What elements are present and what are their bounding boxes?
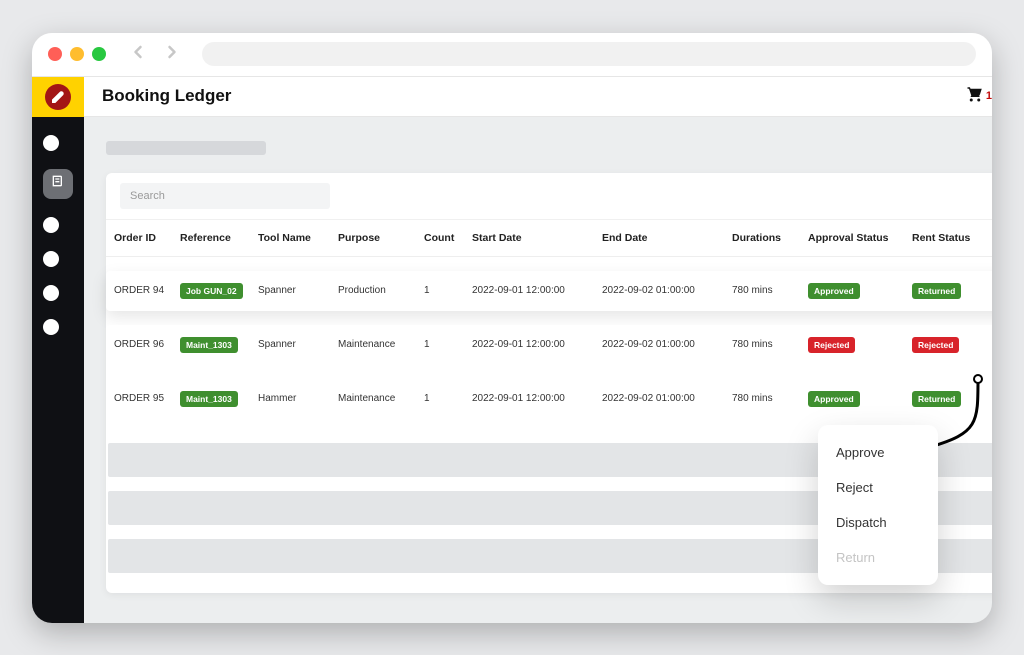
cell-durations: 780 mins <box>724 325 800 365</box>
col-reference: Reference <box>172 232 250 244</box>
cell-tool-name: Spanner <box>250 271 330 311</box>
col-count: Count <box>416 232 464 244</box>
back-icon[interactable] <box>128 42 148 67</box>
col-end-date: End Date <box>594 232 724 244</box>
reference-badge: Maint_1303 <box>180 337 238 353</box>
cell-end-date: 2022-09-02 01:00:00 <box>594 379 724 419</box>
sidebar-item-4[interactable] <box>43 251 59 267</box>
address-bar[interactable] <box>202 42 976 66</box>
menu-approve[interactable]: Approve <box>818 435 938 470</box>
app-window: Booking Ledger 1 <box>32 33 992 623</box>
cell-rent: Returned <box>904 271 984 311</box>
nav-arrows <box>128 42 182 67</box>
ledger-table-card: Order ID Reference Tool Name Purpose Cou… <box>106 173 992 593</box>
cell-end-date: 2022-09-02 01:00:00 <box>594 271 724 311</box>
sidebar <box>32 77 84 623</box>
cell-purpose: Maintenance <box>330 379 416 419</box>
cell-start-date: 2022-09-01 12:00:00 <box>464 379 594 419</box>
menu-reject[interactable]: Reject <box>818 470 938 505</box>
cell-action <box>984 379 992 419</box>
sidebar-item-ledger[interactable] <box>43 169 73 199</box>
cell-count: 1 <box>416 325 464 365</box>
col-rent-status: Rent Status <box>904 232 984 244</box>
rent-badge: Returned <box>912 283 961 299</box>
browser-titlebar <box>32 33 992 77</box>
sidebar-item-1[interactable] <box>43 135 59 151</box>
wrench-icon <box>45 84 71 110</box>
col-purpose: Purpose <box>330 232 416 244</box>
approval-badge: Approved <box>808 283 860 299</box>
page-header: Booking Ledger 1 <box>84 77 992 117</box>
col-start-date: Start Date <box>464 232 594 244</box>
cell-reference: Maint_1303 <box>172 379 250 419</box>
cell-start-date: 2022-09-01 12:00:00 <box>464 325 594 365</box>
app-logo[interactable] <box>32 77 84 117</box>
sidebar-items <box>43 117 73 335</box>
content-area: Booking Ledger 1 <box>84 77 992 623</box>
cell-purpose: Maintenance <box>330 325 416 365</box>
col-action: Action <box>984 232 992 244</box>
page-title: Booking Ledger <box>102 86 231 106</box>
rent-badge: Returned <box>912 391 961 407</box>
reference-badge: Maint_1303 <box>180 391 238 407</box>
cell-approval: Approved <box>800 379 904 419</box>
menu-dispatch[interactable]: Dispatch <box>818 505 938 540</box>
cell-tool-name: Hammer <box>250 379 330 419</box>
header-right: 1 <box>966 82 992 110</box>
col-order-id: Order ID <box>106 232 172 244</box>
cell-action <box>984 271 992 311</box>
cell-purpose: Production <box>330 271 416 311</box>
minimize-window-button[interactable] <box>70 47 84 61</box>
cart-icon <box>966 85 984 108</box>
sidebar-item-6[interactable] <box>43 319 59 335</box>
col-approval-status: Approval Status <box>800 232 904 244</box>
table-rows: ORDER 94Job GUN_02SpannerProduction12022… <box>106 257 992 437</box>
cell-rent: Rejected <box>904 325 984 365</box>
cell-approval: Approved <box>800 271 904 311</box>
cell-durations: 780 mins <box>724 271 800 311</box>
page-body: Order ID Reference Tool Name Purpose Cou… <box>84 117 992 593</box>
menu-return[interactable]: Return <box>818 540 938 575</box>
approval-badge: Rejected <box>808 337 855 353</box>
sidebar-item-5[interactable] <box>43 285 59 301</box>
cell-count: 1 <box>416 271 464 311</box>
search-input[interactable] <box>120 183 330 209</box>
cell-rent: Returned <box>904 379 984 419</box>
table-row[interactable]: ORDER 95Maint_1303HammerMaintenance12022… <box>106 379 992 419</box>
ledger-icon <box>50 173 66 194</box>
sidebar-item-3[interactable] <box>43 217 59 233</box>
col-durations: Durations <box>724 232 800 244</box>
approval-badge: Approved <box>808 391 860 407</box>
cell-start-date: 2022-09-01 12:00:00 <box>464 271 594 311</box>
cell-reference: Maint_1303 <box>172 325 250 365</box>
cell-order-id: ORDER 95 <box>106 379 172 419</box>
search-row <box>106 173 992 220</box>
cell-order-id: ORDER 94 <box>106 271 172 311</box>
cell-approval: Rejected <box>800 325 904 365</box>
traffic-lights <box>48 47 106 61</box>
cart-button[interactable]: 1 <box>966 85 992 108</box>
forward-icon[interactable] <box>162 42 182 67</box>
cell-count: 1 <box>416 379 464 419</box>
cell-reference: Job GUN_02 <box>172 271 250 311</box>
table-header: Order ID Reference Tool Name Purpose Cou… <box>106 220 992 257</box>
cell-durations: 780 mins <box>724 379 800 419</box>
cell-order-id: ORDER 96 <box>106 325 172 365</box>
table-row[interactable]: ORDER 94Job GUN_02SpannerProduction12022… <box>106 271 992 311</box>
col-tool-name: Tool Name <box>250 232 330 244</box>
app-body: Booking Ledger 1 <box>32 77 992 623</box>
cell-action <box>984 325 992 365</box>
cart-count: 1 <box>986 90 992 102</box>
cell-tool-name: Spanner <box>250 325 330 365</box>
rent-badge: Rejected <box>912 337 959 353</box>
action-menu: Approve Reject Dispatch Return <box>818 425 938 585</box>
maximize-window-button[interactable] <box>92 47 106 61</box>
close-window-button[interactable] <box>48 47 62 61</box>
cell-end-date: 2022-09-02 01:00:00 <box>594 325 724 365</box>
reference-badge: Job GUN_02 <box>180 283 243 299</box>
table-row[interactable]: ORDER 96Maint_1303SpannerMaintenance1202… <box>106 325 992 365</box>
breadcrumb-placeholder <box>106 141 266 155</box>
